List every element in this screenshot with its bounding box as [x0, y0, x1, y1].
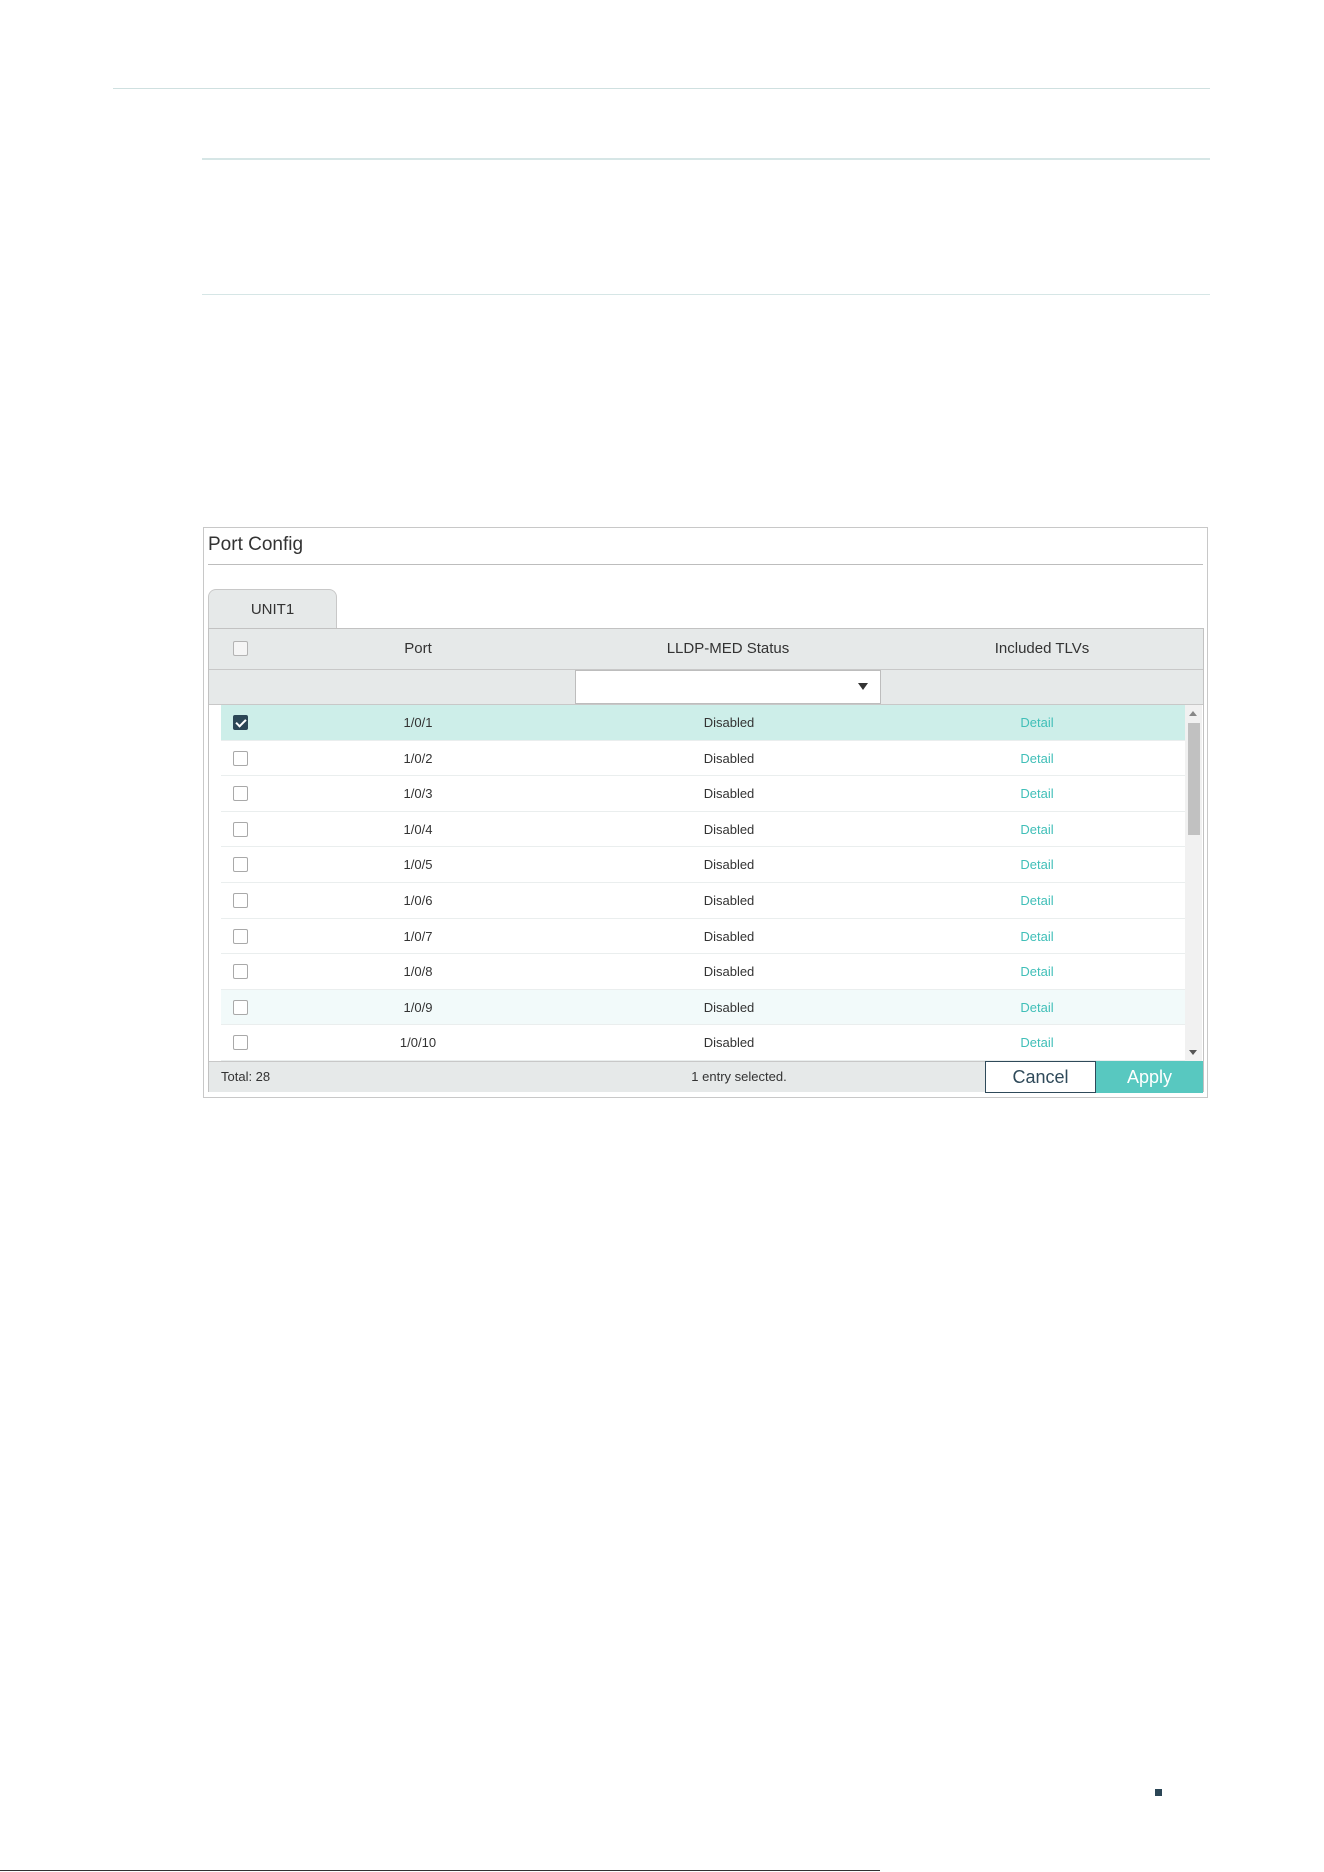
detail-link[interactable]: Detail [882, 919, 1191, 954]
port-cell: 1/0/7 [403, 928, 433, 944]
cancel-button[interactable]: Cancel [985, 1061, 1096, 1093]
selection-info: 1 entry selected. [691, 1069, 787, 1084]
detail-link[interactable]: Detail [882, 705, 1191, 740]
status-cell: Disabled [703, 892, 755, 908]
detail-link[interactable]: Detail [882, 883, 1191, 918]
row-checkbox[interactable] [233, 786, 248, 802]
row-checkbox[interactable] [233, 964, 248, 980]
detail-link[interactable]: Detail [882, 1025, 1191, 1060]
table-row[interactable]: 1/0/4 Disabled Detail [221, 812, 1191, 848]
bottom-rule [0, 1870, 880, 1871]
status-cell: Disabled [703, 750, 755, 766]
port-cell: 1/0/10 [399, 1035, 437, 1051]
port-cell: 1/0/8 [403, 964, 433, 980]
port-cell: 1/0/4 [403, 821, 433, 837]
column-header-lldp-med-status[interactable]: LLDP-MED Status [575, 629, 881, 669]
scroll-up-arrow-icon[interactable] [1189, 711, 1197, 716]
section-divider-lower [202, 294, 1210, 295]
port-cell: 1/0/2 [403, 750, 433, 766]
filter-row [209, 670, 1203, 705]
detail-link[interactable]: Detail [882, 776, 1191, 811]
status-cell: Disabled [703, 928, 755, 944]
detail-link[interactable]: Detail [882, 847, 1191, 882]
port-config-panel: Port Config UNIT1 Port LLDP-MED Status I… [203, 527, 1208, 1098]
table-row[interactable]: 1/0/7 Disabled Detail [221, 919, 1191, 955]
title-rule [208, 564, 1203, 565]
status-filter-select[interactable] [575, 670, 881, 704]
table-row[interactable]: 1/0/6 Disabled Detail [221, 883, 1191, 919]
port-cell: 1/0/9 [403, 999, 433, 1015]
table-row[interactable]: 1/0/9 Disabled Detail [221, 989, 1191, 1026]
status-cell: Disabled [703, 821, 755, 837]
row-checkbox[interactable] [233, 1035, 248, 1051]
row-checkbox[interactable] [233, 928, 248, 944]
table-body: 1/0/1 Disabled Detail 1/0/2 Disabled Detail 1/… [221, 705, 1191, 1061]
row-checkbox[interactable] [233, 999, 248, 1015]
tab-unit1[interactable]: UNIT1 [208, 589, 337, 629]
detail-link[interactable]: Detail [882, 812, 1191, 847]
panel-title: Port Config [208, 534, 304, 555]
table-row[interactable]: 1/0/10 Disabled Detail [221, 1025, 1191, 1061]
total-count: Total: 28 [221, 1069, 271, 1084]
port-cell: 1/0/5 [403, 857, 433, 873]
vertical-scrollbar[interactable] [1185, 705, 1202, 1061]
detail-link[interactable]: Detail [882, 990, 1191, 1025]
status-cell: Disabled [703, 715, 755, 730]
row-checkbox[interactable] [233, 715, 248, 730]
table-row[interactable]: 1/0/5 Disabled Detail [221, 847, 1191, 883]
scrollbar-thumb[interactable] [1188, 723, 1200, 835]
column-header-port[interactable]: Port [311, 629, 525, 669]
table-row[interactable]: 1/0/2 Disabled Detail [221, 741, 1191, 777]
section-divider-upper [202, 158, 1210, 160]
apply-button[interactable]: Apply [1096, 1061, 1203, 1093]
row-checkbox[interactable] [233, 892, 248, 908]
port-cell: 1/0/6 [403, 892, 433, 908]
select-all-checkbox[interactable] [233, 641, 248, 656]
page-marker [1155, 1789, 1162, 1796]
row-checkbox[interactable] [233, 821, 248, 837]
status-cell: Disabled [703, 964, 755, 980]
port-cell: 1/0/3 [403, 786, 433, 802]
detail-link[interactable]: Detail [882, 954, 1191, 989]
status-cell: Disabled [703, 786, 755, 802]
status-cell: Disabled [703, 857, 755, 873]
table-row[interactable]: 1/0/1 Disabled Detail [221, 705, 1191, 741]
port-cell: 1/0/1 [403, 715, 433, 730]
detail-link[interactable]: Detail [882, 741, 1191, 776]
row-checkbox[interactable] [233, 750, 248, 766]
table-row[interactable]: 1/0/8 Disabled Detail [221, 954, 1191, 990]
port-table: Port LLDP-MED Status Included TLVs 1/0/1… [208, 628, 1204, 1093]
status-cell: Disabled [703, 999, 755, 1015]
top-divider [113, 88, 1210, 89]
status-cell: Disabled [703, 1035, 755, 1051]
caret-down-icon [858, 683, 868, 690]
table-row[interactable]: 1/0/3 Disabled Detail [221, 776, 1191, 812]
table-header: Port LLDP-MED Status Included TLVs [209, 629, 1203, 670]
table-footer: Total: 28 1 entry selected. Cancel Apply [209, 1061, 1203, 1093]
column-header-included-tlvs[interactable]: Included TLVs [881, 629, 1203, 669]
row-checkbox[interactable] [233, 857, 248, 873]
scroll-down-arrow-icon[interactable] [1189, 1050, 1197, 1055]
